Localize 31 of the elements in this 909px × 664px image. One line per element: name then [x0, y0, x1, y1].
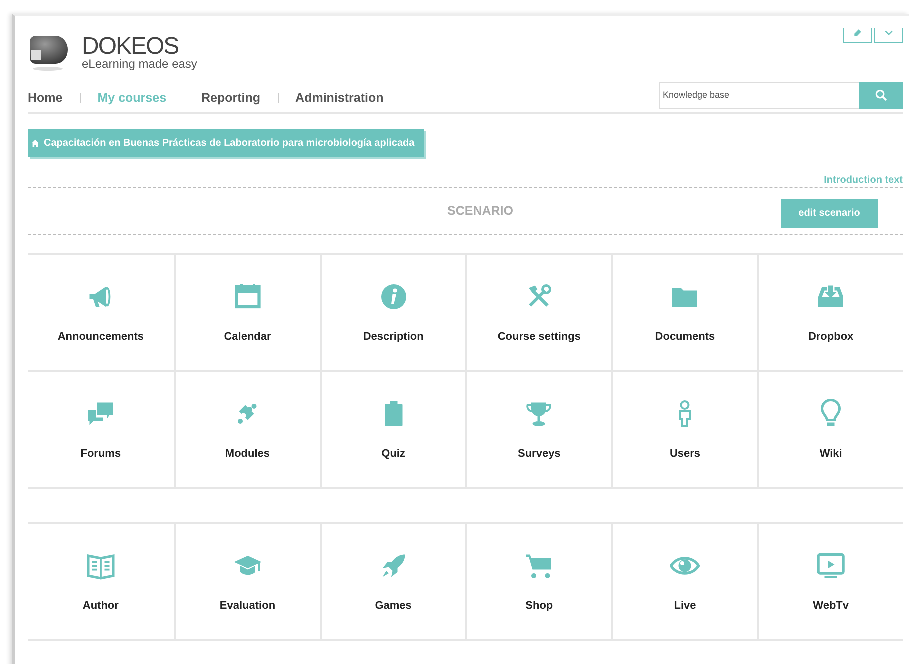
tool-tile[interactable]: Modules — [174, 372, 320, 489]
tool-tile[interactable]: Documents — [611, 255, 758, 372]
nav-link[interactable]: Administration — [296, 91, 384, 105]
edit-icon[interactable] — [843, 28, 872, 43]
tool-tile[interactable]: Wiki — [757, 372, 903, 489]
tool-tile[interactable]: Evaluation — [174, 524, 320, 641]
tool-tile[interactable]: Shop — [465, 524, 612, 641]
tool-tile[interactable]: Announcements — [28, 255, 174, 372]
search-icon — [874, 88, 888, 102]
nav-link[interactable]: Home — [28, 91, 63, 105]
tool-tile[interactable]: Users — [611, 372, 758, 489]
tool-tile[interactable]: Course settings — [465, 255, 612, 372]
tool-tile[interactable]: Forums — [28, 372, 174, 489]
tool-tile[interactable]: Description — [320, 255, 466, 372]
tool-tile[interactable]: WebTv — [757, 524, 903, 641]
tool-tile[interactable]: Calendar — [174, 255, 320, 372]
tool-tile[interactable]: Dropbox — [757, 255, 903, 372]
scenario-title: SCENARIO — [448, 204, 514, 218]
search-field[interactable]: Knowledge base — [659, 82, 859, 108]
tool-tile[interactable]: Surveys — [465, 372, 612, 489]
tool-tile[interactable]: Live — [611, 524, 758, 641]
chevron-down-icon[interactable] — [874, 28, 903, 43]
info-icon — [378, 282, 409, 312]
tool-tile[interactable]: Author — [28, 524, 174, 641]
tool-tile[interactable]: Quiz — [320, 372, 466, 489]
tool-tile[interactable]: Games — [320, 524, 466, 641]
nav-link[interactable]: Reporting — [202, 91, 261, 105]
brand-tagline: eLearning made easy — [82, 58, 198, 70]
brand-name: DOKEOS — [82, 36, 180, 58]
monitor-play-icon — [816, 551, 846, 581]
search-button[interactable] — [859, 82, 903, 108]
